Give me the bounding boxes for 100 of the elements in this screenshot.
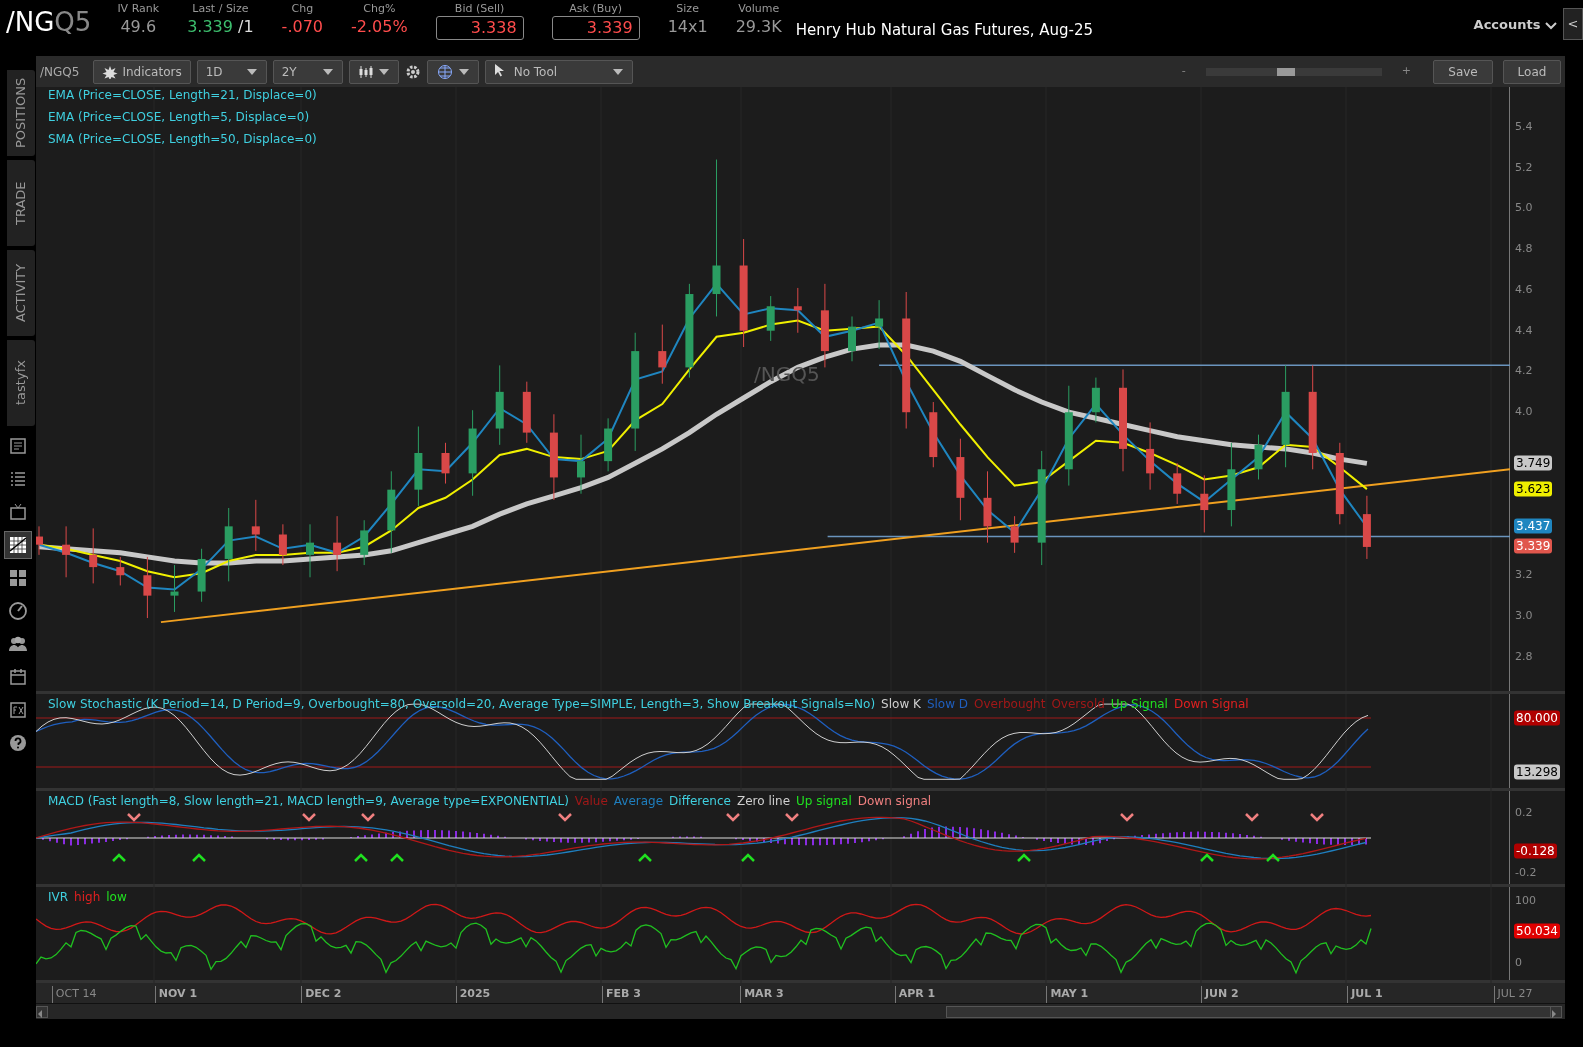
date-label: MAR 3 [740, 986, 784, 1003]
zoom-out-button[interactable]: - [1181, 63, 1186, 80]
scrollbar-thumb[interactable] [946, 1006, 1551, 1018]
date-label: DEC 2 [301, 986, 342, 1003]
axis-tick-label: 3.0 [1515, 607, 1533, 624]
value-badge: 13.298 [1514, 764, 1560, 780]
chart-grid-icon[interactable] [8, 535, 28, 555]
axis-tick-label: 5.2 [1515, 159, 1533, 176]
candlestick [360, 519, 369, 566]
axis-tick-label: 3.2 [1515, 567, 1533, 583]
load-button[interactable]: Load [1503, 59, 1561, 84]
field-label: Size [676, 2, 699, 16]
candlestick [1091, 377, 1100, 423]
chart-type-dropdown[interactable] [348, 59, 399, 84]
study-label: EMA (Price=CLOSE, Length=5, Displace=0) [48, 109, 310, 126]
candlestick [36, 525, 43, 556]
scroll-right-button[interactable] [1550, 1006, 1562, 1018]
field-label: Ask (Buy) [569, 2, 622, 16]
study-label: MACD (Fast length=8, Slow length=21, MACD length=9, Average type=EXPONENTIAL) [48, 793, 569, 810]
axis-tick-label: 5.4 [1515, 118, 1533, 135]
legend-item: Down signal [857, 793, 932, 810]
candlestick-icon [357, 64, 374, 79]
calendar-icon[interactable] [8, 667, 28, 687]
people-icon[interactable] [8, 634, 28, 654]
field-value: 3.339 /1 [187, 16, 254, 38]
price-field[interactable]: 3.338 [435, 16, 524, 40]
value-badge: 50.034 [1514, 923, 1560, 939]
sidebar-tab[interactable]: tastyfx [7, 340, 35, 426]
tv-icon[interactable] [8, 502, 28, 522]
value-badge: -0.128 [1514, 843, 1557, 859]
help-icon[interactable] [8, 733, 28, 753]
legend-item: Value [574, 793, 608, 810]
axis-tick-label: 2.8 [1515, 648, 1533, 665]
axis-tick-label: 0.2 [1515, 804, 1533, 821]
collapse-button[interactable]: < [1563, 8, 1583, 40]
slider-thumb[interactable] [1276, 67, 1295, 76]
date-label: MAY 1 [1046, 986, 1089, 1003]
legend-item: Overbought [974, 696, 1046, 713]
candlestick [1173, 462, 1182, 505]
candlestick [766, 295, 775, 342]
legend-item: Down Signal [1173, 696, 1249, 713]
legend-item: Average [613, 793, 664, 810]
study-label: IVR [48, 889, 69, 906]
settings-icon[interactable] [404, 63, 421, 80]
field-label: IV Rank [117, 2, 160, 16]
candlestick [604, 417, 613, 472]
globe-grid-icon [435, 63, 454, 80]
drawing-tool-dropdown[interactable]: No Tool [484, 59, 633, 84]
aggregation-dropdown[interactable]: 1D [196, 59, 267, 84]
candlestick [793, 287, 802, 334]
value-badge: 3.437 [1514, 518, 1553, 534]
candlestick [89, 527, 98, 584]
gauge-icon[interactable] [8, 601, 28, 621]
cursor-icon [493, 62, 506, 77]
caret-icon [1545, 21, 1557, 30]
sidebar-tab[interactable]: ACTIVITY [7, 250, 35, 336]
legend-item: low [106, 889, 127, 906]
field-label: Chg% [363, 2, 396, 16]
candlestick [441, 442, 450, 485]
list-icon[interactable] [8, 469, 28, 489]
candlestick [306, 523, 314, 578]
value-badge: 3.339 [1514, 538, 1553, 554]
axis-tick-label: -0.2 [1515, 864, 1537, 881]
field-label: Bid (Sell) [454, 2, 505, 16]
study-label: EMA (Price=CLOSE, Length=21, Displace=0) [48, 87, 317, 104]
scroll-left-button[interactable] [36, 1006, 48, 1018]
chart-symbol: /NGQ5 [40, 63, 80, 81]
date-label: JUL 1 [1347, 986, 1383, 1003]
accounts-menu[interactable]: Accounts [1467, 14, 1563, 36]
candlestick [62, 525, 71, 578]
drawing-style-dropdown[interactable] [426, 59, 479, 84]
news-icon[interactable] [8, 436, 28, 456]
price-field[interactable]: 3.339 [551, 16, 640, 40]
timeframe-dropdown[interactable]: 2Y [272, 59, 343, 84]
date-label: 2025 [455, 986, 491, 1003]
candlestick [848, 315, 856, 362]
legend-item: Up Signal [1110, 696, 1168, 713]
axis-tick-label: 4.8 [1515, 240, 1533, 257]
candlestick [1010, 515, 1019, 554]
sidebar-tab[interactable]: TRADE [7, 160, 35, 246]
caret-icon [321, 67, 334, 76]
zoom-slider[interactable] [1205, 67, 1382, 76]
axis-tick-label: 4.4 [1515, 322, 1533, 339]
fx-icon[interactable] [8, 700, 28, 720]
axis-tick-label: 0 [1515, 954, 1522, 971]
axis-tick-label: 4.6 [1515, 281, 1533, 298]
save-button[interactable]: Save [1433, 59, 1493, 84]
candlestick [197, 548, 206, 603]
axis-tick-label: 100 [1515, 892, 1536, 909]
indicators-button[interactable]: Indicators [93, 59, 191, 84]
grid-icon[interactable] [8, 568, 28, 588]
candlestick [522, 381, 531, 444]
legend-item: Difference [669, 793, 731, 810]
sidebar-tab[interactable]: POSITIONS [7, 70, 35, 156]
zoom-in-button[interactable]: + [1401, 63, 1411, 80]
legend-item: Up signal [796, 793, 852, 810]
splash-icon [102, 64, 119, 79]
caret-icon [457, 67, 470, 76]
candlestick [1146, 421, 1155, 491]
candlestick [116, 556, 125, 586]
